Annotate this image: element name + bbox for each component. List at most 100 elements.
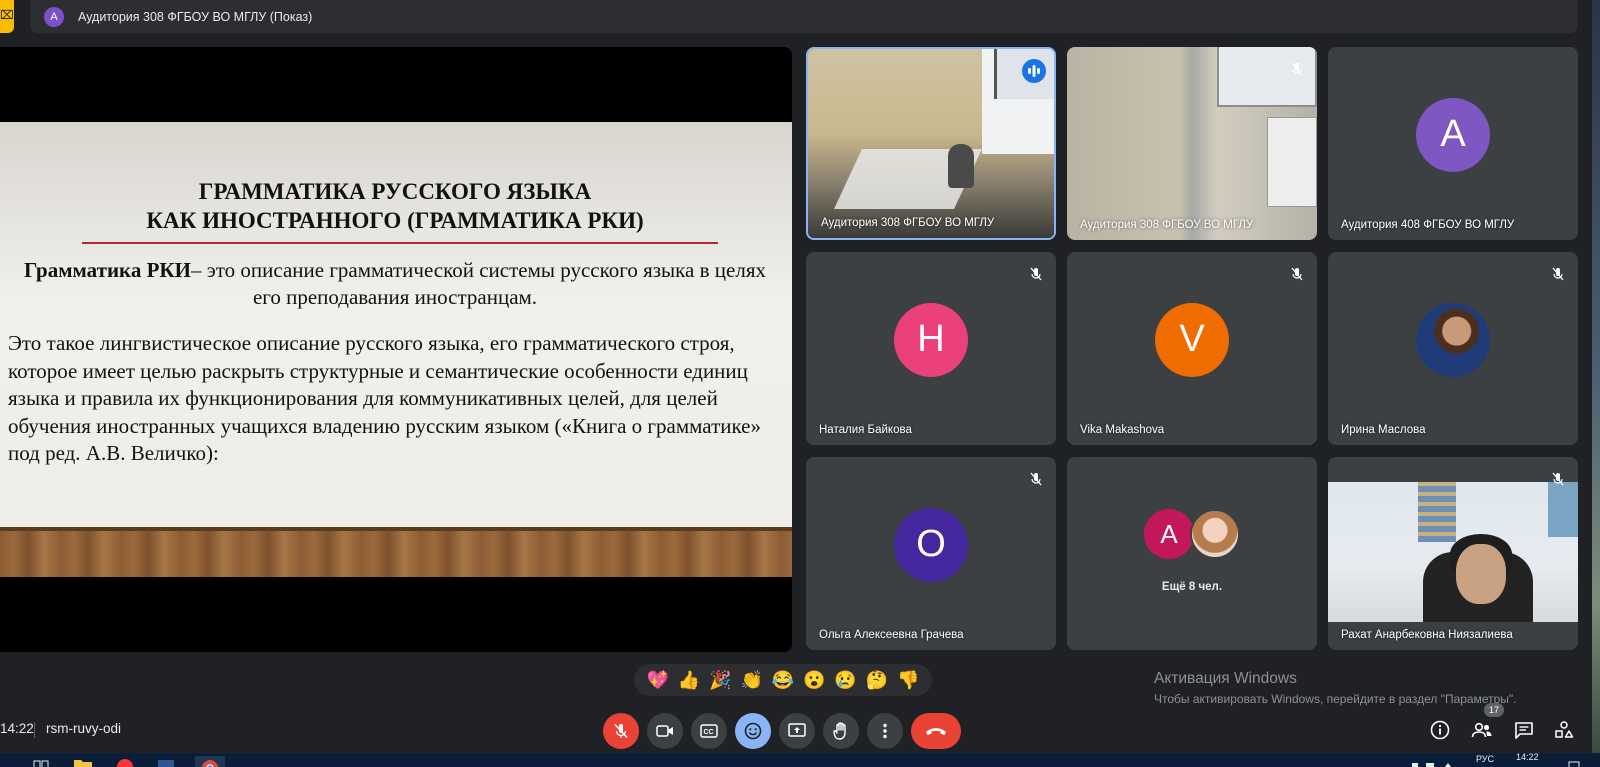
taskbar-clock[interactable]: 14:22 [1516,752,1539,762]
participant-avatar: A [1416,97,1490,172]
participant-tile[interactable]: О Ольга Алексеевна Грачева [806,457,1056,650]
reaction-heart[interactable]: 💖 [646,670,668,690]
slide-title: ГРАММАТИКА РУССКОГО ЯЗЫКА КАК ИНОСТРАННО… [0,177,790,235]
chat-icon [1515,722,1533,739]
mic-off-icon [1548,264,1568,284]
participant-tile[interactable]: Аудитория 308 ФГБОУ ВО МГЛУ [1067,47,1317,240]
activities-button[interactable] [1550,716,1578,744]
participant-avatar: V [1155,302,1229,377]
slide-divider [82,242,718,244]
present-icon [788,723,806,737]
definition-text: – это описание грамматической системы ру… [190,258,766,309]
people-icon [1471,722,1492,738]
presentation-badge[interactable]: ⌧ [0,0,14,33]
reaction-thumbs-up[interactable]: 👍 [678,670,700,690]
meeting-time: 14:22 [0,721,34,736]
mic-off-icon [614,723,628,739]
meeting-details-button[interactable] [1426,716,1454,744]
participant-photo-avatar [1416,302,1490,377]
windows-activation-title: Активация Windows [1154,670,1297,687]
chat-button[interactable] [1510,716,1538,744]
participant-tile[interactable]: A Аудитория 408 ФГБОУ ВО МГЛУ [1328,47,1578,240]
participant-video [808,49,1054,238]
slide-title-line2: КАК ИНОСТРАННОГО (ГРАММАТИКА РКИ) [146,208,644,233]
reaction-clap[interactable]: 👏 [740,670,762,690]
word-icon[interactable] [156,756,176,767]
participant-tile[interactable]: V Vika Makashova [1067,252,1317,445]
participant-tile[interactable]: Аудитория 308 ФГБОУ ВО МГЛУ [806,47,1056,240]
captions-icon: CC [700,724,718,738]
emoji-icon [744,722,762,740]
mic-off-icon [1026,264,1046,284]
more-icon [883,723,887,739]
participants-count-badge: 17 [1484,703,1504,717]
mic-off-icon [1287,264,1307,284]
meet-window: ⌧ A Аудитория 308 ФГБОУ ВО МГЛУ (Показ) … [0,0,1600,767]
presentation-header: A Аудитория 308 ФГБОУ ВО МГЛУ (Показ) [30,0,1578,33]
reaction-surprised[interactable]: 😮 [803,670,825,690]
present-button[interactable] [779,713,815,749]
participant-photo-avatar [1190,509,1240,559]
participant-avatar: О [894,507,968,582]
participant-avatar: Н [894,302,968,377]
reactions-button[interactable] [735,713,771,749]
reaction-thumbs-down[interactable]: 👎 [897,670,919,690]
slide-definition: Грамматика РКИ– это описание грамматичес… [20,257,770,311]
others-tile[interactable]: A Ещё 8 чел. [1067,457,1317,650]
captions-button[interactable]: CC [691,713,727,749]
participant-tile[interactable]: Н Наталия Байкова [806,252,1056,445]
participant-name: Ольга Алексеевна Грачева [819,629,964,641]
system-tray-icons[interactable] [1410,756,1460,767]
participant-tile[interactable]: Рахат Анарбековна Ниязалиева [1328,457,1578,650]
activities-icon [1555,721,1574,738]
participant-tile[interactable]: Ирина Маслова [1328,252,1578,445]
presentation-title: Аудитория 308 ФГБОУ ВО МГЛУ (Показ) [78,9,313,24]
reaction-sad[interactable]: 😢 [834,670,856,690]
others-avatars: A [1144,509,1244,561]
presentation-stage[interactable]: ГРАММАТИКА РУССКОГО ЯЗЫКА КАК ИНОСТРАННО… [0,47,792,652]
desktop-edge [1592,0,1600,753]
reaction-laugh[interactable]: 😂 [772,670,794,690]
slide: ГРАММАТИКА РУССКОГО ЯЗЫКА КАК ИНОСТРАННО… [0,122,792,577]
svg-text:CC: CC [704,729,714,736]
mic-toggle-button[interactable] [603,713,639,749]
reaction-thinking[interactable]: 🤔 [866,670,888,690]
participant-video [1067,47,1317,240]
participant-name: Аудитория 408 ФГБОУ ВО МГЛУ [1341,219,1515,231]
participant-name: Vika Makashova [1080,424,1165,436]
mic-off-icon [1026,469,1046,489]
participant-name: Рахат Анарбековна Ниязалиева [1341,629,1513,641]
reaction-party[interactable]: 🎉 [709,670,731,690]
participant-name: Наталия Байкова [819,424,912,436]
camera-toggle-button[interactable] [647,713,683,749]
people-button[interactable] [1468,716,1496,744]
more-participants-label: Ещё 8 чел. [1161,581,1223,593]
participant-avatar: A [1144,509,1194,559]
camera-icon [656,725,673,737]
yandex-browser-icon[interactable] [115,756,135,767]
chrome-icon[interactable] [195,756,225,767]
participant-name: Аудитория 308 ФГБОУ ВО МГЛУ [1080,219,1254,231]
task-view-icon[interactable] [32,756,52,767]
end-call-icon [926,728,946,735]
meeting-code: rsm-ruvy-odi [46,721,122,736]
reactions-bar: 💖 👍 🎉 👏 😂 😮 😢 🤔 👎 [634,664,932,696]
file-explorer-icon[interactable] [73,756,93,767]
slide-body: Это такое лингвистическое описание русск… [8,331,761,465]
raise-hand-button[interactable] [823,713,859,749]
more-options-button[interactable] [867,713,903,749]
info-icon [1430,720,1450,740]
presenter-avatar: A [44,6,64,27]
mic-off-icon [1287,59,1307,79]
participant-video [1328,482,1578,622]
notifications-icon[interactable] [1566,756,1586,767]
participant-name: Аудитория 308 ФГБОУ ВО МГЛУ [821,217,995,229]
mic-off-icon [1548,469,1568,489]
slide-title-line1: ГРАММАТИКА РУССКОГО ЯЗЫКА [198,179,592,204]
keyboard-language[interactable]: РУС [1476,754,1494,764]
raise-hand-icon [833,722,846,740]
end-call-button[interactable] [911,713,961,749]
windows-taskbar [0,753,1600,767]
participant-name: Ирина Маслова [1341,424,1426,436]
divider [34,722,35,738]
